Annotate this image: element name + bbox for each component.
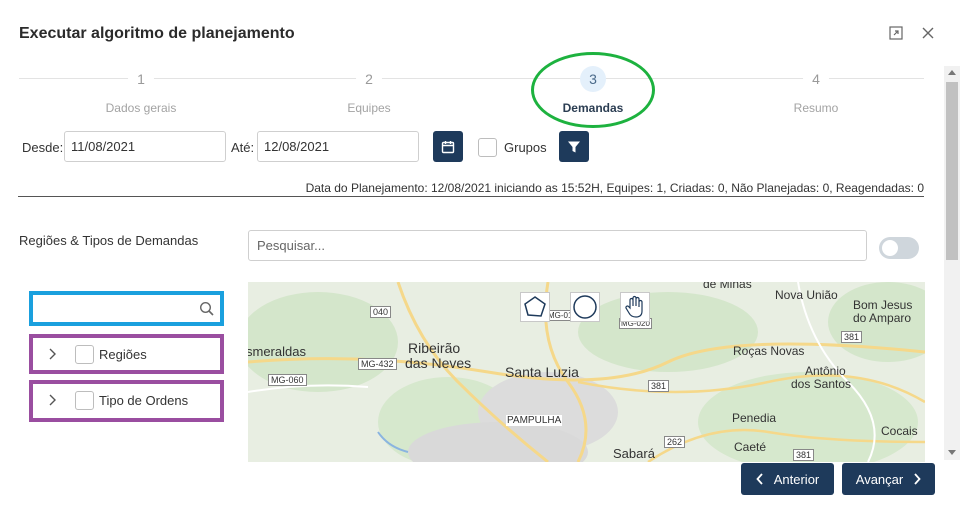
step-label: Dados gerais [105,101,177,115]
to-date-input[interactable]: 12/08/2021 [257,131,419,162]
road-shield: 381 [648,380,670,392]
scrollbar-thumb[interactable] [946,82,958,260]
step-label: Equipes [347,101,391,115]
map-label: smeraldas [248,344,306,359]
tree-item-label: Regiões [99,347,147,362]
next-button-label: Avançar [855,471,904,487]
road-shield: MG-060 [268,374,307,386]
map-toggle[interactable] [879,237,919,259]
step-dados-gerais[interactable]: 1 Dados gerais [61,66,221,115]
step-resumo[interactable]: 4 Resumo [736,66,896,115]
map-label: Roças Novas [733,344,805,358]
calendar-icon [441,140,455,153]
from-date-input[interactable]: 11/08/2021 [64,131,226,162]
road-shield: MG-432 [358,358,397,370]
tree-checkbox[interactable] [75,345,94,364]
chevron-left-icon [756,473,763,485]
map-label: PAMPULHA [506,415,563,426]
map-search-input[interactable]: Pesquisar... [248,230,867,261]
map-label: Nova União [775,288,838,302]
polygon-icon [524,296,546,317]
expand-icon[interactable] [887,24,905,42]
tree-checkbox[interactable] [75,391,94,410]
map-label: de Minas [703,282,752,291]
map-label: Sabará [613,446,655,461]
groups-label: Grupos [504,140,547,155]
road-shield: 381 [841,331,863,343]
step-label: Resumo [793,101,839,115]
chevron-right-icon [914,473,921,485]
chevron-right-icon [49,348,56,360]
step-equipes[interactable]: 2 Equipes [289,66,449,115]
search-icon [199,301,214,316]
previous-button[interactable]: Anterior [741,463,834,495]
road-shield: 040 [370,306,392,318]
planning-info: Data do Planejamento: 12/08/2021 inician… [305,181,924,195]
circle-icon [573,295,597,319]
map-label: do Amparo [853,311,912,325]
close-icon[interactable] [919,24,937,42]
map-label: Bom Jesus [853,298,913,312]
groups-checkbox[interactable] [478,138,497,157]
scroll-up-icon[interactable] [948,70,956,75]
map-label: Santa Luzia [505,364,579,380]
divider [18,196,924,197]
road-shield: 262 [664,436,686,448]
step-number: 1 [128,66,154,92]
draw-polygon-button[interactable] [520,292,550,322]
step-number: 2 [356,66,382,92]
dialog-title: Executar algoritmo de planejamento [19,25,295,42]
scroll-down-icon[interactable] [948,450,956,455]
tree-item-tipo-ordens[interactable]: Tipo de Ordens [29,380,224,422]
step-number: 4 [803,66,829,92]
hand-icon [625,295,643,318]
map-label: Cocais [881,424,918,438]
map-label: Penedia [732,411,777,425]
road-shield: 381 [793,449,815,461]
map-label: dos Santos [791,377,852,391]
draw-circle-button[interactable] [570,292,600,322]
regions-title: Regiões & Tipos de Demandas [19,233,199,248]
tree-item-regioes[interactable]: Regiões [29,334,224,374]
map-label: Antônio [805,364,846,378]
to-label: Até: [231,140,255,155]
pan-button[interactable] [620,292,650,322]
map-label: Ribeirão [408,340,461,356]
next-button[interactable]: Avançar [842,463,935,495]
filter-button[interactable] [559,131,589,162]
map-label: Caeté [734,440,767,454]
chevron-right-icon [49,394,56,406]
filter-icon [568,141,580,152]
previous-button-label: Anterior [773,471,820,487]
toggle-knob [882,240,898,256]
map-label: das Neves [405,355,472,371]
tree-search-input[interactable] [29,291,224,326]
from-label: Desde: [22,140,64,155]
tree-item-label: Tipo de Ordens [99,393,189,408]
calendar-button[interactable] [433,131,463,162]
active-step-highlight [531,52,655,128]
